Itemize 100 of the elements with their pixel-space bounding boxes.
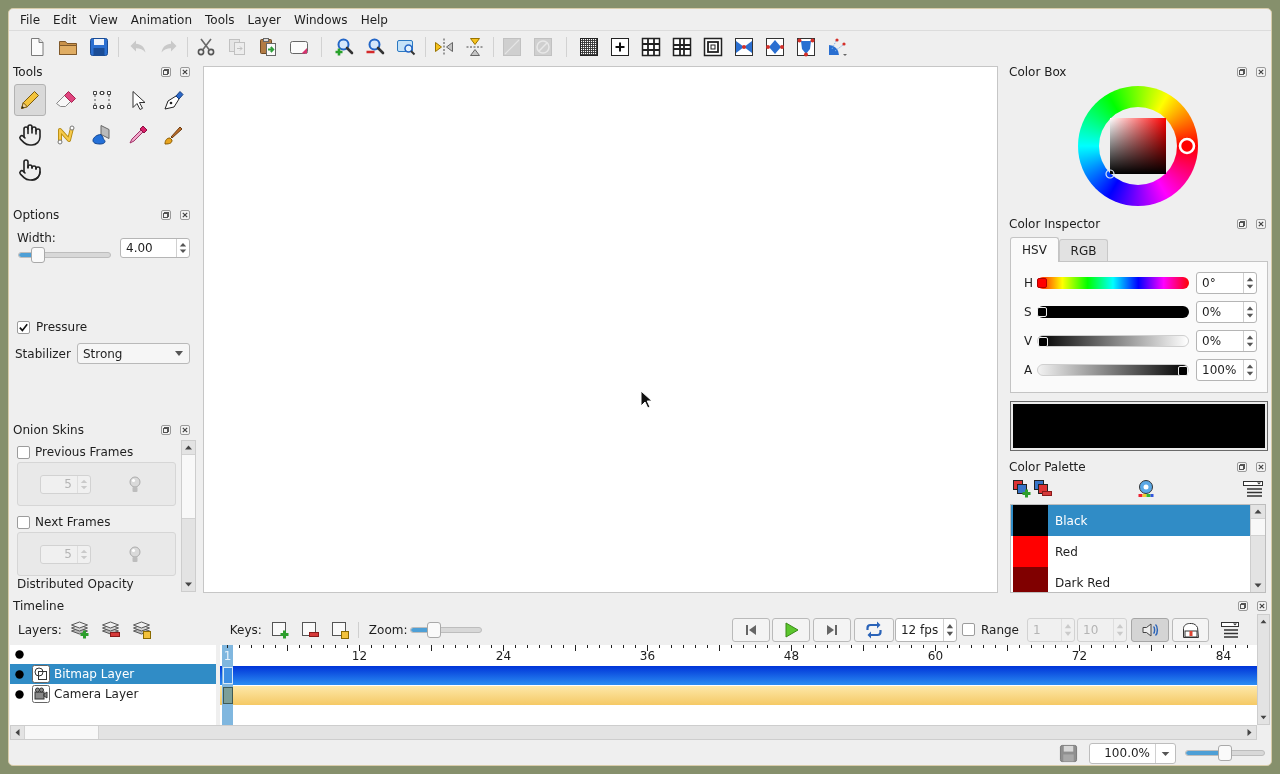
layer-name: Bitmap Layer bbox=[54, 666, 135, 683]
track-area[interactable]: 1 12 24 36 48 60 72 84 bbox=[220, 645, 1257, 725]
visibility-dot-icon[interactable] bbox=[15, 689, 24, 699]
square-diagonal-icon bbox=[502, 36, 522, 57]
layer-row[interactable]: Bitmap Layer bbox=[10, 664, 216, 684]
palette-item[interactable]: Dark Red bbox=[1011, 567, 1250, 592]
spin-arrows-icon[interactable] bbox=[1243, 302, 1256, 322]
float-icon[interactable] bbox=[161, 425, 171, 435]
checkbox[interactable] bbox=[17, 445, 30, 459]
slider-thumb[interactable] bbox=[1218, 745, 1232, 761]
spin-arrows-icon[interactable] bbox=[1243, 360, 1256, 380]
float-icon[interactable] bbox=[161, 67, 171, 77]
scrollbar[interactable] bbox=[1250, 505, 1265, 592]
spin-box[interactable]: 100% bbox=[1196, 359, 1257, 381]
slider-thumb[interactable] bbox=[426, 621, 441, 638]
mouse-pointer-icon bbox=[640, 390, 653, 410]
menu-item[interactable]: View bbox=[83, 10, 124, 29]
scrollbar-thumb[interactable] bbox=[182, 454, 195, 519]
close-icon[interactable] bbox=[180, 210, 190, 220]
layer-row[interactable]: Camera Layer bbox=[10, 684, 216, 704]
flip-vertical-icon bbox=[465, 36, 485, 57]
circle-slash-icon bbox=[533, 36, 553, 57]
pencil-tool[interactable] bbox=[14, 84, 46, 116]
scrollbar-thumb[interactable] bbox=[24, 726, 99, 739]
menu-item[interactable]: Animation bbox=[124, 10, 198, 29]
slider[interactable] bbox=[1185, 745, 1265, 761]
close-icon[interactable] bbox=[180, 425, 190, 435]
close-icon[interactable] bbox=[1256, 219, 1266, 229]
menu-item[interactable]: File bbox=[14, 10, 47, 29]
checkbox[interactable] bbox=[961, 623, 975, 636]
spin-box[interactable]: 4.00 bbox=[120, 238, 190, 258]
frame-number: 84 bbox=[1215, 649, 1232, 663]
slider-thumb[interactable] bbox=[31, 247, 46, 263]
spin-box[interactable]: 0° bbox=[1196, 272, 1257, 294]
color-wheel-icon[interactable] bbox=[1136, 479, 1156, 499]
spin-arrows-icon[interactable] bbox=[943, 618, 956, 641]
close-icon[interactable] bbox=[180, 67, 190, 77]
float-icon[interactable] bbox=[1237, 219, 1247, 229]
float-icon[interactable] bbox=[1237, 462, 1247, 472]
close-icon[interactable] bbox=[1256, 67, 1266, 77]
frame-number: 1 bbox=[223, 649, 232, 663]
layer-track[interactable] bbox=[220, 686, 1257, 705]
menu-item[interactable]: Tools bbox=[199, 10, 241, 29]
spin-box[interactable]: 0% bbox=[1196, 301, 1257, 323]
channel-slider[interactable] bbox=[1037, 335, 1189, 347]
first-frame-button[interactable] bbox=[731, 617, 770, 642]
palette-item[interactable]: Red bbox=[1011, 536, 1250, 567]
menu-item[interactable]: Windows bbox=[288, 10, 354, 29]
stabilizer-dropdown[interactable]: Strong bbox=[76, 343, 190, 364]
center-cross-icon bbox=[610, 36, 630, 57]
list-menu-icon[interactable] bbox=[1242, 479, 1264, 499]
spin-arrows-icon[interactable] bbox=[1243, 273, 1256, 293]
visibility-dot-icon[interactable] bbox=[15, 650, 24, 659]
visibility-dot-icon[interactable] bbox=[15, 669, 24, 679]
float-icon[interactable] bbox=[1237, 67, 1247, 77]
channel-slider[interactable] bbox=[1037, 277, 1189, 289]
duplicate-key-icon bbox=[329, 619, 350, 640]
scissors-icon bbox=[196, 36, 216, 57]
keyframe[interactable] bbox=[223, 687, 233, 704]
panel-title: Color Box bbox=[1009, 65, 1067, 79]
remove-color-icon[interactable] bbox=[1033, 479, 1053, 499]
scrollbar[interactable] bbox=[181, 440, 196, 592]
spin-box[interactable]: 12 fps bbox=[894, 617, 957, 642]
hue-marker-icon[interactable] bbox=[1178, 137, 1196, 155]
close-icon[interactable] bbox=[1257, 601, 1267, 611]
menu-item[interactable]: Layer bbox=[241, 10, 288, 29]
loop-button[interactable] bbox=[853, 617, 894, 642]
remove-layer-icon bbox=[100, 619, 121, 640]
color-mode-tab[interactable]: HSV bbox=[1010, 237, 1059, 262]
scrollbar[interactable] bbox=[1257, 614, 1270, 725]
channel-slider[interactable] bbox=[1037, 306, 1189, 318]
scrollbar-thumb[interactable] bbox=[1251, 518, 1265, 536]
spin-arrows-icon[interactable] bbox=[176, 239, 189, 257]
float-icon[interactable] bbox=[161, 210, 171, 220]
menu-item[interactable]: Help bbox=[354, 10, 394, 29]
golden-grid-icon bbox=[672, 36, 692, 57]
layer-track[interactable] bbox=[220, 666, 1257, 685]
menu-item[interactable]: Edit bbox=[47, 10, 83, 29]
slider[interactable] bbox=[18, 247, 111, 263]
spin-box[interactable]: 0% bbox=[1196, 330, 1257, 352]
slider-thumb[interactable] bbox=[1037, 278, 1047, 288]
float-icon[interactable] bbox=[1238, 601, 1248, 611]
palette-item[interactable]: Black bbox=[1011, 505, 1250, 536]
slider[interactable] bbox=[410, 621, 483, 638]
scrub-button[interactable] bbox=[1172, 617, 1209, 642]
color-mode-tab[interactable]: RGB bbox=[1059, 239, 1108, 261]
checkbox[interactable] bbox=[17, 320, 30, 334]
add-color-icon[interactable] bbox=[1012, 479, 1032, 499]
channel-slider[interactable] bbox=[1037, 364, 1189, 376]
close-icon[interactable] bbox=[1256, 462, 1266, 472]
spin-arrows-icon[interactable] bbox=[1243, 331, 1256, 351]
zoom-combo[interactable]: 100.0% bbox=[1089, 742, 1176, 764]
checkbox[interactable] bbox=[17, 515, 30, 529]
saturation-value-square[interactable] bbox=[1110, 118, 1166, 174]
last-frame-button[interactable] bbox=[812, 617, 851, 642]
play-button[interactable] bbox=[771, 617, 810, 642]
scrollbar[interactable] bbox=[10, 725, 1257, 740]
sound-button[interactable] bbox=[1131, 617, 1169, 642]
color-marker-icon[interactable] bbox=[1105, 169, 1115, 179]
list-menu-icon[interactable] bbox=[1220, 619, 1240, 640]
